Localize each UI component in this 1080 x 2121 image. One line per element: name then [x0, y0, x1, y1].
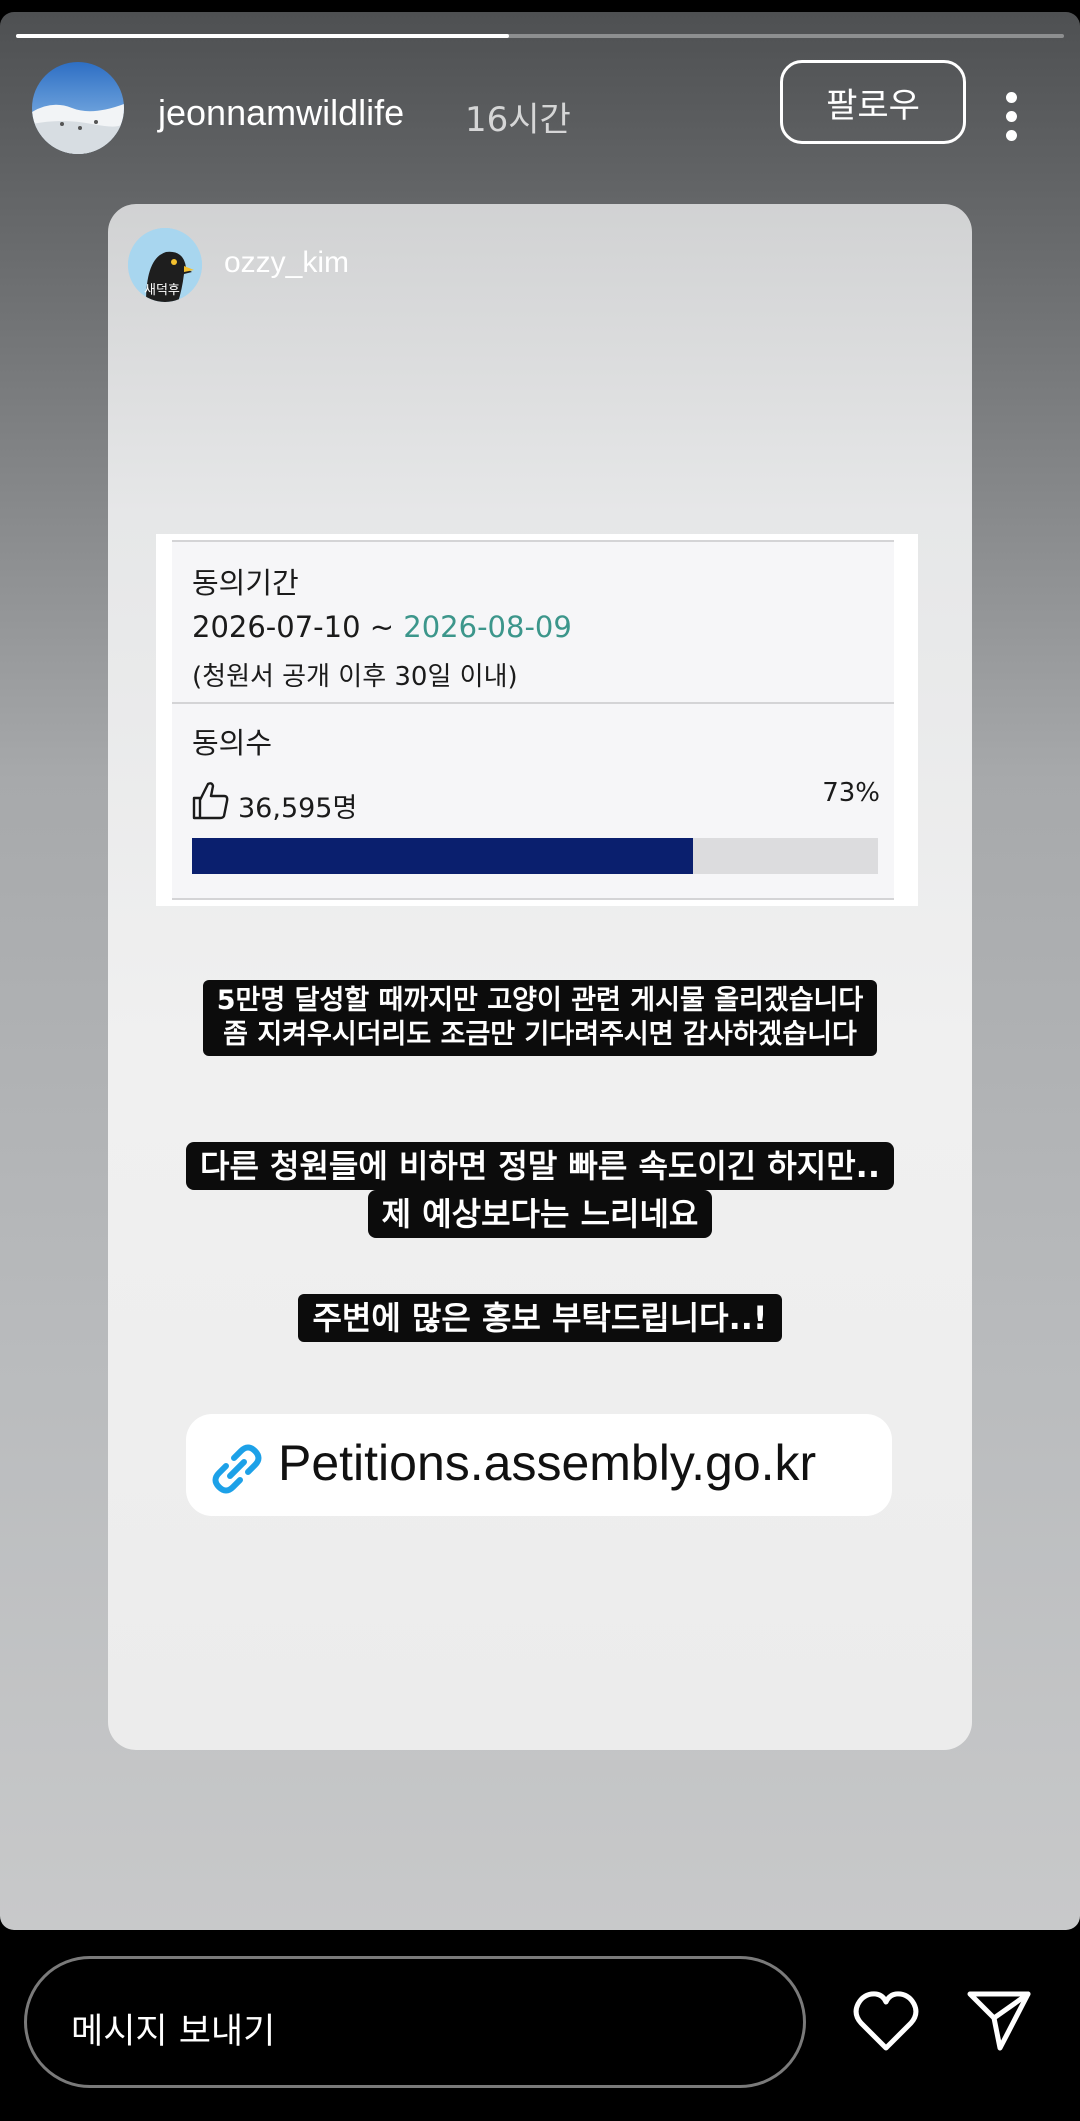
period-note: (청원서 공개 이후 30일 이내): [192, 662, 518, 692]
petition-screenshot: 동의기간 2026-07-10 ~ 2026-08-09 (청원서 공개 이후 …: [156, 534, 918, 906]
thumbs-up-icon: [192, 782, 229, 820]
agreement-percent: 73%: [822, 778, 880, 808]
heart-icon[interactable]: [852, 1988, 920, 2054]
count-label: 동의수: [192, 726, 273, 760]
message-placeholder: 메시지 보내기: [71, 2012, 276, 2052]
shared-post-username[interactable]: ozzy_kim: [224, 246, 349, 280]
story-username[interactable]: jeonnamwildlife: [158, 92, 404, 134]
story-progress-bar: [16, 34, 1064, 38]
divider: [172, 702, 894, 704]
link-icon: [212, 1444, 262, 1494]
caption-1-line-a: 5만명 달성할 때까지만 고양이 관련 게시물 올리겠습니다: [216, 985, 864, 1016]
shared-post-card[interactable]: 새덕후 ozzy_kim 동의기간 2026-07-10 ~ 2026-08-0…: [108, 204, 972, 1750]
caption-2-line-a: 다른 청원들에 비하면 정말 빠른 속도이긴 하지만..: [186, 1142, 894, 1190]
link-url[interactable]: Petitions.assembly.go.kr: [278, 1434, 816, 1492]
follow-button[interactable]: 팔로우: [780, 60, 966, 144]
caption-3: 주변에 많은 홍보 부탁드립니다..!: [108, 1294, 972, 1342]
bottom-bar: 메시지 보내기: [0, 1930, 1080, 2121]
caption-1-box: 5만명 달성할 때까지만 고양이 관련 게시물 올리겠습니다 좀 지켜우시더리도 …: [202, 980, 878, 1056]
agreement-count: 36,595명: [238, 793, 358, 824]
caption-2-line-b: 제 예상보다는 느리네요: [367, 1190, 713, 1238]
period-end: 2026-08-09: [403, 610, 572, 644]
caption-1: 5만명 달성할 때까지만 고양이 관련 게시물 올리겠습니다 좀 지켜우시더리도 …: [108, 980, 972, 1056]
more-vertical-icon[interactable]: [996, 92, 1026, 142]
agreement-progress-fill: [192, 838, 693, 874]
story-frame[interactable]: jeonnamwildlife 16시간 팔로우 새덕후 ozzy_kim 동의…: [0, 12, 1080, 1930]
story-progress-fill: [16, 34, 509, 38]
period-label: 동의기간: [192, 566, 299, 600]
link-sticker[interactable]: Petitions.assembly.go.kr: [186, 1414, 892, 1516]
message-input[interactable]: 메시지 보내기: [24, 1956, 806, 2088]
petition-panel: 동의기간 2026-07-10 ~ 2026-08-09 (청원서 공개 이후 …: [172, 540, 894, 900]
send-icon[interactable]: [966, 1988, 1032, 2052]
shared-post-avatar[interactable]: 새덕후: [128, 228, 202, 302]
caption-3-text: 주변에 많은 홍보 부탁드립니다..!: [298, 1294, 782, 1342]
caption-1-line-b: 좀 지켜우시더리도 조금만 기다려주시면 감사하겠습니다: [223, 1018, 857, 1050]
story-timestamp: 16시간: [465, 100, 571, 140]
agreement-progress-bar: [192, 838, 878, 874]
period-start: 2026-07-10 ~: [192, 610, 404, 644]
period-dates: 2026-07-10 ~ 2026-08-09: [192, 610, 572, 644]
svg-text:새덕후: 새덕후: [144, 283, 180, 298]
avatar[interactable]: [32, 62, 124, 154]
caption-2: 다른 청원들에 비하면 정말 빠른 속도이긴 하지만.. 제 예상보다는 느리네…: [108, 1142, 972, 1238]
